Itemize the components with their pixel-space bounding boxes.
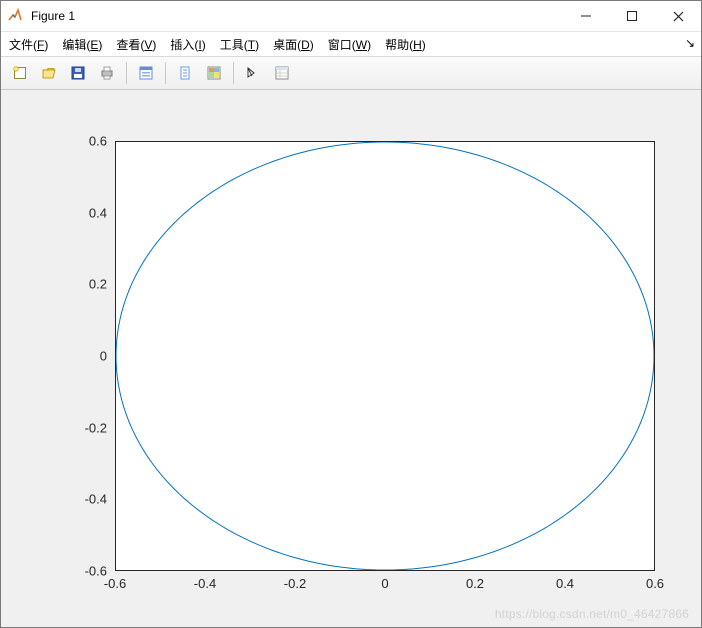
watermark-text: https://blog.csdn.net/m0_46427866 xyxy=(495,607,689,621)
x-tick-label: 0.4 xyxy=(556,576,574,591)
toolbar xyxy=(1,56,701,89)
menu-item-h[interactable]: 帮助(H) xyxy=(385,36,426,53)
axes: -0.6 -0.4 -0.2 0 0.2 0.4 0.6 -0.6 -0.4 -0.2 0 0.2 0.… xyxy=(31,111,671,606)
y-tick-label: 0 xyxy=(47,349,107,364)
data-cursor-icon xyxy=(177,65,193,81)
property-inspector-button[interactable] xyxy=(269,60,295,86)
close-button[interactable] xyxy=(655,1,701,31)
y-tick-label: -0.6 xyxy=(47,564,107,579)
property-inspector-icon xyxy=(274,65,290,81)
menu-item-t[interactable]: 工具(T) xyxy=(220,36,259,53)
window-title: Figure 1 xyxy=(29,9,75,23)
y-tick-label: 0.2 xyxy=(47,277,107,292)
matlab-app-icon xyxy=(7,8,23,24)
data-cursor-button[interactable] xyxy=(172,60,198,86)
axes-box xyxy=(115,141,655,571)
open-icon xyxy=(41,65,57,81)
figure-canvas[interactable]: -0.6 -0.4 -0.2 0 0.2 0.4 0.6 -0.6 -0.4 -0.2 0 0.2 0.… xyxy=(1,89,701,627)
new-figure-icon xyxy=(12,65,28,81)
toolbar-separator xyxy=(165,62,166,84)
toolbar-separator xyxy=(126,62,127,84)
menubar: 文件(F) 编辑(E) 查看(V) 插入(I) 工具(T) 桌面(D) 窗口(W) 帮助(H)… xyxy=(1,32,701,56)
print-button[interactable] xyxy=(94,60,120,86)
maximize-button[interactable] xyxy=(609,1,655,31)
toolbar-separator xyxy=(233,62,234,84)
plot-line xyxy=(116,142,654,570)
colorbar-button[interactable] xyxy=(201,60,227,86)
menu-item-v[interactable]: 查看(V) xyxy=(116,36,156,53)
menu-item-i[interactable]: 插入(I) xyxy=(170,36,205,53)
x-tick-label: 0.6 xyxy=(646,576,664,591)
x-tick-label: -0.4 xyxy=(194,576,216,591)
colorbar-icon xyxy=(206,65,222,81)
minimize-button[interactable] xyxy=(563,1,609,31)
x-tick-label: 0.2 xyxy=(466,576,484,591)
print-preview-icon xyxy=(138,65,154,81)
menu-item-e[interactable]: 编辑(E) xyxy=(62,36,102,53)
y-tick-label: -0.2 xyxy=(47,420,107,435)
x-tick-label: -0.2 xyxy=(284,576,306,591)
menu-item-d[interactable]: 桌面(D) xyxy=(273,36,314,53)
figure-window: Figure 1 文件(F) 编辑(E) 查看(V) 插入(I) 工具(T) 桌面(D) 窗… xyxy=(0,0,702,628)
open-button[interactable] xyxy=(36,60,62,86)
new-figure-button[interactable] xyxy=(7,60,33,86)
dock-arrow-icon[interactable]: ↘ xyxy=(685,36,695,50)
save-button[interactable] xyxy=(65,60,91,86)
x-tick-label: 0 xyxy=(381,576,388,591)
edit-plot-icon xyxy=(245,65,261,81)
save-icon xyxy=(70,65,86,81)
y-tick-label: 0.4 xyxy=(47,205,107,220)
menu-item-f[interactable]: 文件(F) xyxy=(9,36,48,53)
y-tick-label: -0.4 xyxy=(47,492,107,507)
y-tick-label: 0.6 xyxy=(47,134,107,149)
edit-plot-button[interactable] xyxy=(240,60,266,86)
x-tick-label: -0.6 xyxy=(104,576,126,591)
window-controls xyxy=(563,1,701,31)
print-preview-button[interactable] xyxy=(133,60,159,86)
titlebar: Figure 1 xyxy=(1,1,701,32)
menu-item-w[interactable]: 窗口(W) xyxy=(328,36,371,53)
print-icon xyxy=(99,65,115,81)
